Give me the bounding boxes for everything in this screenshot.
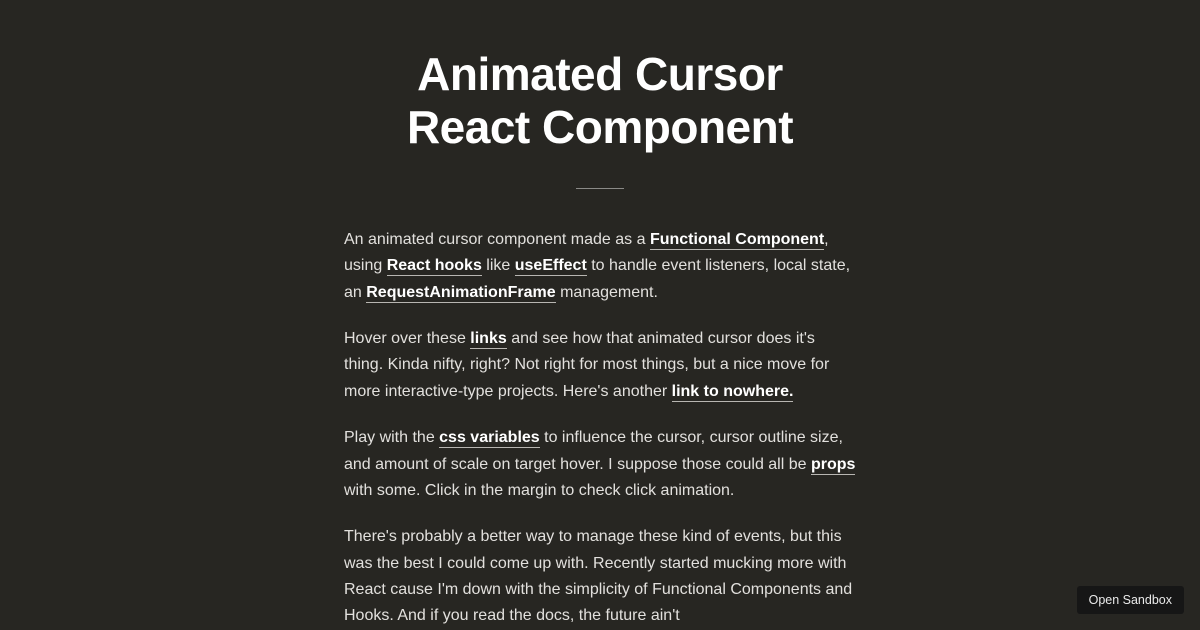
title-line-1: Animated Cursor — [417, 48, 783, 100]
paragraph-4: There's probably a better way to manage … — [344, 524, 856, 630]
title-divider — [576, 188, 624, 189]
link-requestanimationframe[interactable]: RequestAnimationFrame — [366, 284, 555, 303]
page-title: Animated Cursor React Component — [407, 48, 793, 154]
article-body: An animated cursor component made as a F… — [344, 227, 856, 630]
open-sandbox-button[interactable]: Open Sandbox — [1077, 586, 1184, 614]
link-react-hooks[interactable]: React hooks — [387, 257, 482, 276]
title-line-2: React Component — [407, 101, 793, 153]
link-functional-component[interactable]: Functional Component — [650, 231, 824, 250]
paragraph-1: An animated cursor component made as a F… — [344, 227, 856, 306]
link-to-nowhere[interactable]: link to nowhere. — [672, 383, 794, 402]
paragraph-2: Hover over these links and see how that … — [344, 326, 856, 405]
link-useeffect[interactable]: useEffect — [515, 257, 587, 276]
paragraph-3: Play with the css variables to influence… — [344, 425, 856, 504]
link-links[interactable]: links — [470, 330, 506, 349]
link-props[interactable]: props — [811, 456, 855, 475]
link-css-variables[interactable]: css variables — [439, 429, 540, 448]
